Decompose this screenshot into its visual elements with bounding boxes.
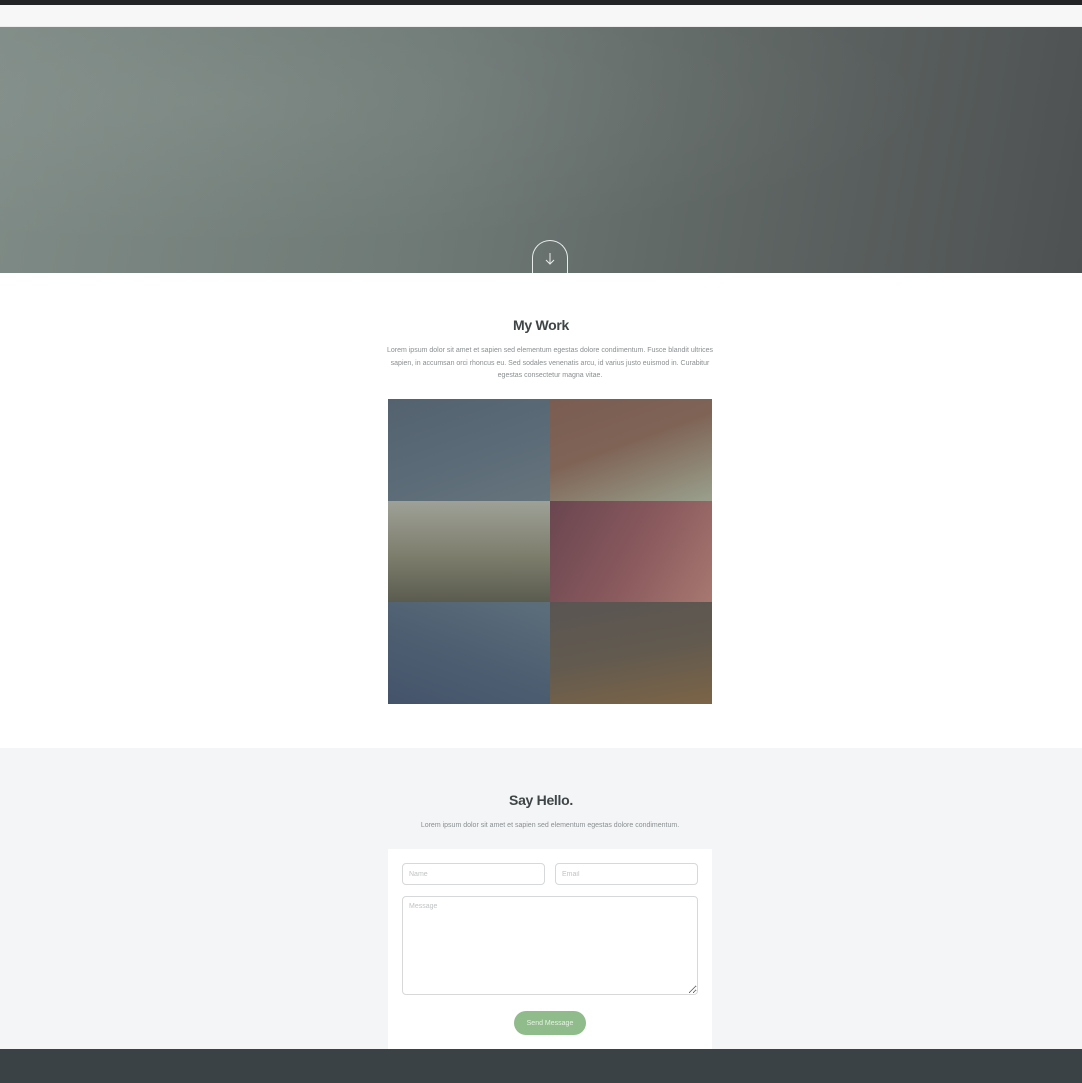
- section-description-say-hello: Lorem ipsum dolor sit amet et sapien sed…: [420, 822, 680, 829]
- send-message-button[interactable]: Send Message: [514, 1011, 586, 1035]
- contact-form: Send Message: [388, 849, 712, 1049]
- portfolio-item[interactable]: [388, 501, 550, 602]
- section-title-say-hello: Say Hello.: [509, 792, 573, 808]
- portfolio-item[interactable]: [550, 602, 712, 704]
- say-hello-section: Say Hello. Lorem ipsum dolor sit amet et…: [0, 748, 1082, 1049]
- name-field[interactable]: [402, 863, 545, 885]
- portfolio-item[interactable]: [550, 501, 712, 602]
- portfolio-item[interactable]: [550, 399, 712, 501]
- portfolio-item[interactable]: [388, 602, 550, 704]
- scroll-down-button[interactable]: [532, 240, 568, 273]
- section-title-my-work: My Work: [513, 317, 569, 333]
- section-description-my-work: Lorem ipsum dolor sit amet et sapien sed…: [386, 347, 714, 379]
- my-work-section: My Work Lorem ipsum dolor sit amet et sa…: [0, 273, 1082, 748]
- portfolio-item[interactable]: [388, 399, 550, 501]
- message-field[interactable]: [402, 896, 698, 995]
- arrow-down-icon: [545, 252, 555, 265]
- footer: [0, 1049, 1082, 1083]
- portfolio-grid: [388, 399, 712, 704]
- email-field[interactable]: [555, 863, 698, 885]
- nav-strip: [0, 5, 1082, 27]
- hero-banner: [0, 27, 1082, 273]
